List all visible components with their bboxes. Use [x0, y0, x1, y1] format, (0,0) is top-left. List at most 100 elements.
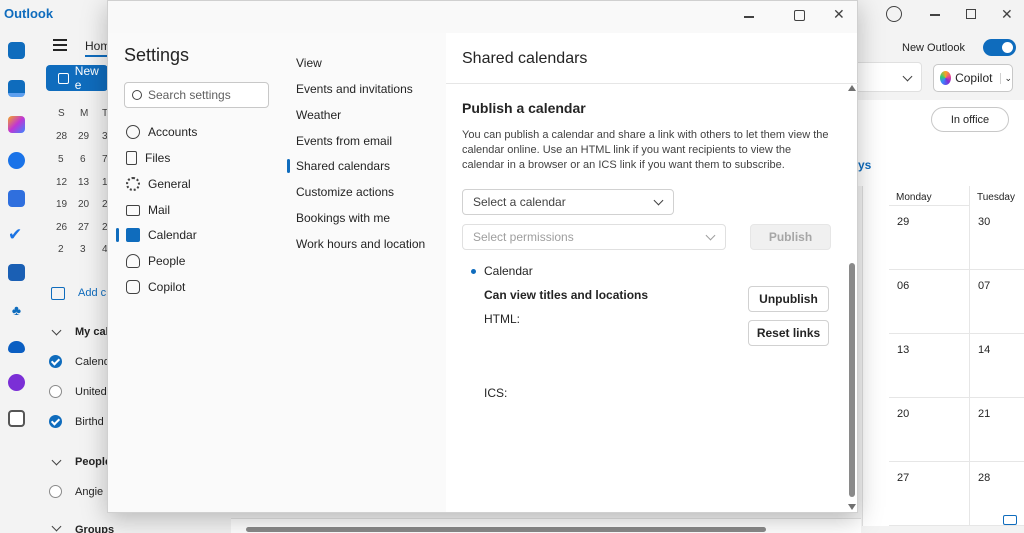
day-cell[interactable]: 20	[889, 398, 970, 462]
mini-date[interactable]: 27	[78, 222, 89, 233]
search-settings-input[interactable]: Search settings	[124, 82, 269, 108]
select-calendar-dropdown[interactable]: Select a calendar	[462, 189, 674, 215]
chevron-down-icon[interactable]	[51, 455, 62, 466]
day-cell[interactable]: 07	[970, 270, 1024, 334]
groups-header[interactable]: Groups	[75, 524, 114, 533]
close-icon[interactable]: ✕	[833, 6, 845, 23]
notes-app-icon[interactable]	[8, 264, 25, 281]
subnav-events-from-email[interactable]: Events from email	[296, 134, 392, 148]
app-title: Outlook	[4, 6, 54, 21]
calendar-icon	[126, 228, 140, 242]
day-cell[interactable]: 14	[970, 334, 1024, 398]
nav-people[interactable]: People	[126, 254, 185, 268]
view-dropdown[interactable]	[858, 62, 922, 92]
groups-app-icon[interactable]	[8, 190, 25, 207]
nav-accounts[interactable]: Accounts	[126, 125, 197, 139]
mini-date[interactable]: 13	[78, 177, 89, 188]
calendar-list-item[interactable]: Birthd	[75, 416, 104, 428]
calendar-checkbox[interactable]	[49, 485, 62, 498]
chevron-down-icon[interactable]	[51, 521, 62, 532]
chevron-down-icon[interactable]: ⌄	[1000, 72, 1012, 84]
more-apps-icon[interactable]	[8, 410, 25, 427]
subnav-view[interactable]: View	[296, 56, 322, 70]
calendar-checkbox[interactable]	[49, 355, 62, 368]
calendar-list-item[interactable]: Angie	[75, 486, 103, 498]
loop-icon[interactable]	[8, 374, 25, 391]
subnav-work-hours[interactable]: Work hours and location	[296, 237, 425, 251]
publish-button[interactable]: Publish	[750, 224, 831, 250]
select-permissions-label: Select permissions	[473, 230, 574, 244]
select-permissions-dropdown[interactable]: Select permissions	[462, 224, 726, 250]
copilot-app-icon[interactable]	[8, 116, 25, 133]
days-link[interactable]: ys	[858, 158, 871, 172]
scroll-up-icon[interactable]	[848, 85, 856, 91]
calendar-list-item[interactable]: Calend	[75, 356, 110, 368]
date-number: 13	[897, 344, 910, 356]
published-calendar-name: Calendar	[484, 264, 533, 278]
close-window-icon[interactable]: ✕	[1001, 6, 1013, 23]
nav-calendar[interactable]: Calendar	[116, 228, 197, 242]
chevron-down-icon[interactable]	[51, 325, 62, 336]
calendar-checkbox[interactable]	[49, 415, 62, 428]
mini-date[interactable]: 5	[58, 154, 64, 165]
in-office-button[interactable]: In office	[931, 107, 1009, 132]
mini-date[interactable]: 19	[56, 199, 67, 210]
day-cell[interactable]: 27	[889, 462, 970, 526]
mini-date[interactable]: 20	[78, 199, 89, 210]
maximize-icon[interactable]	[794, 10, 805, 21]
nav-copilot[interactable]: Copilot	[126, 280, 185, 294]
calendar-checkbox[interactable]	[49, 385, 62, 398]
mini-date[interactable]: 3	[80, 244, 86, 255]
nav-files[interactable]: Files	[126, 151, 170, 165]
unpublish-button[interactable]: Unpublish	[748, 286, 829, 312]
vertical-scrollbar[interactable]	[848, 85, 856, 513]
my-calendars-header[interactable]: My cal	[75, 326, 109, 338]
compose-icon[interactable]	[1003, 515, 1017, 525]
search-icon	[132, 90, 142, 100]
people-icon	[126, 254, 140, 268]
nav-general[interactable]: General	[126, 177, 191, 191]
subnav-bookings[interactable]: Bookings with me	[296, 211, 390, 225]
day-cell[interactable]: 21	[970, 398, 1024, 462]
minimize-icon[interactable]	[930, 14, 940, 16]
org-explorer-icon[interactable]: ♣	[8, 302, 25, 319]
minimize-icon[interactable]	[744, 16, 754, 18]
subnav-shared-calendars[interactable]: Shared calendars	[296, 159, 390, 173]
settings-gear-icon[interactable]	[886, 6, 902, 22]
search-placeholder: Search settings	[148, 88, 231, 102]
people-app-icon[interactable]	[8, 152, 25, 169]
people-group-header[interactable]: People	[75, 456, 111, 468]
reset-links-button[interactable]: Reset links	[748, 320, 829, 346]
calendar-app-icon[interactable]	[8, 80, 25, 97]
horizontal-scrollbar[interactable]	[246, 527, 766, 532]
date-number: 29	[897, 216, 910, 228]
mini-date[interactable]: 12	[56, 177, 67, 188]
onedrive-icon[interactable]	[8, 341, 25, 353]
mail-app-icon[interactable]	[8, 42, 25, 59]
copilot-icon	[126, 280, 140, 294]
add-calendar-link[interactable]: Add c	[78, 287, 106, 299]
html-link-label: HTML:	[484, 312, 520, 326]
mini-date[interactable]: 2	[58, 244, 64, 255]
day-cell[interactable]: 06	[889, 270, 970, 334]
subnav-weather[interactable]: Weather	[296, 108, 341, 122]
restore-icon[interactable]	[966, 9, 976, 19]
nav-mail[interactable]: Mail	[126, 203, 170, 217]
day-cell[interactable]: 13	[889, 334, 970, 398]
mini-date[interactable]: 26	[56, 222, 67, 233]
mini-date[interactable]: 28	[56, 131, 67, 142]
day-cell[interactable]: 29	[889, 206, 970, 270]
new-event-button[interactable]: New e	[46, 64, 108, 92]
subnav-events-invitations[interactable]: Events and invitations	[296, 82, 413, 96]
scrollbar-thumb[interactable]	[849, 263, 855, 497]
calendar-list-item[interactable]: United	[75, 386, 107, 398]
mini-date[interactable]: 29	[78, 131, 89, 142]
day-cell[interactable]: 30	[970, 206, 1024, 270]
new-outlook-toggle[interactable]	[983, 39, 1016, 56]
copilot-button[interactable]: Copilot ⌄	[933, 64, 1013, 92]
todo-app-icon[interactable]: ✔	[8, 226, 25, 243]
subnav-customize-actions[interactable]: Customize actions	[296, 185, 394, 199]
menu-icon[interactable]	[53, 39, 67, 51]
mini-date[interactable]: 6	[80, 154, 86, 165]
scroll-down-icon[interactable]	[848, 504, 856, 510]
